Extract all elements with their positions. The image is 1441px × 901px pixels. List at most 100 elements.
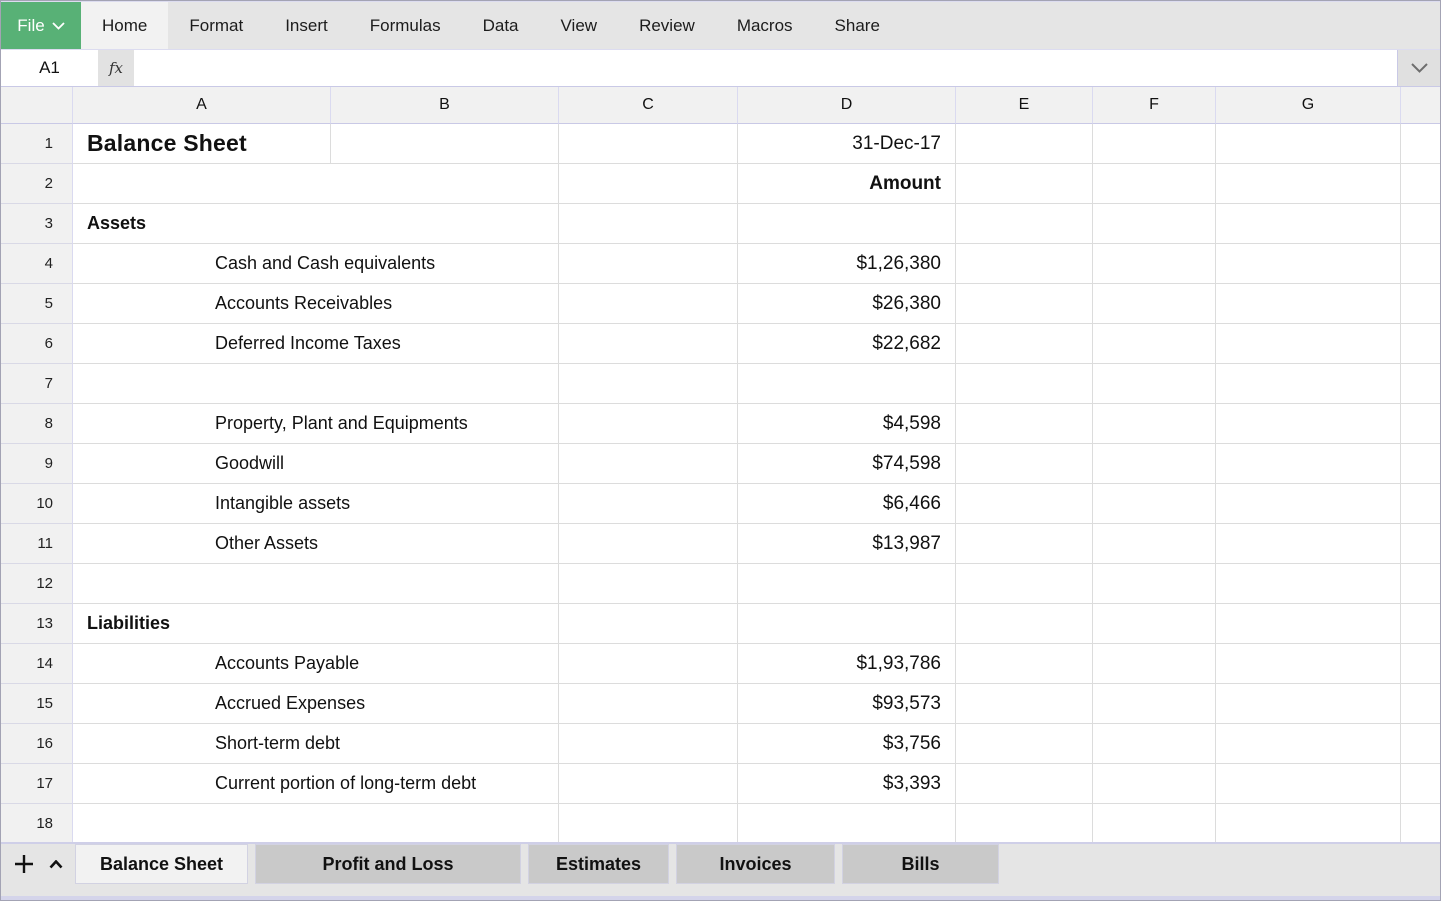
column-header-partial[interactable] [1401, 87, 1440, 124]
cell-C12[interactable] [559, 564, 738, 604]
cell-G11[interactable] [1216, 524, 1401, 564]
menu-item-review[interactable]: Review [618, 2, 716, 49]
cell-A4[interactable]: Cash and Cash equivalents [73, 244, 559, 284]
cell-A17[interactable]: Current portion of long-term debt [73, 764, 559, 804]
cell-C14[interactable] [559, 644, 738, 684]
cell-E15[interactable] [956, 684, 1093, 724]
file-menu-button[interactable]: File [1, 2, 81, 49]
cell-A13[interactable]: Liabilities [73, 604, 559, 644]
column-header-C[interactable]: C [559, 87, 738, 124]
cell-G13[interactable] [1216, 604, 1401, 644]
cell-E16[interactable] [956, 724, 1093, 764]
cell-H6[interactable] [1401, 324, 1440, 364]
cell-G16[interactable] [1216, 724, 1401, 764]
cell-C11[interactable] [559, 524, 738, 564]
cell-E8[interactable] [956, 404, 1093, 444]
row-header-5[interactable]: 5 [1, 284, 73, 324]
menu-item-insert[interactable]: Insert [264, 2, 349, 49]
menu-item-macros[interactable]: Macros [716, 2, 814, 49]
cell-F13[interactable] [1093, 604, 1216, 644]
cell-H2[interactable] [1401, 164, 1440, 204]
menu-item-home[interactable]: Home [81, 2, 168, 49]
cell-D6[interactable]: $22,682 [738, 324, 956, 364]
cell-F6[interactable] [1093, 324, 1216, 364]
cell-F11[interactable] [1093, 524, 1216, 564]
cell-A8[interactable]: Property, Plant and Equipments [73, 404, 559, 444]
cell-C7[interactable] [559, 364, 738, 404]
cell-D5[interactable]: $26,380 [738, 284, 956, 324]
column-header-B[interactable]: B [331, 87, 559, 124]
fx-button[interactable]: fx [98, 50, 134, 86]
cell-D9[interactable]: $74,598 [738, 444, 956, 484]
cell-B1[interactable] [331, 124, 559, 164]
cell-G8[interactable] [1216, 404, 1401, 444]
cell-H3[interactable] [1401, 204, 1440, 244]
row-header-10[interactable]: 10 [1, 484, 73, 524]
cell-C16[interactable] [559, 724, 738, 764]
menu-item-share[interactable]: Share [814, 2, 901, 49]
cell-A6[interactable]: Deferred Income Taxes [73, 324, 559, 364]
cell-G4[interactable] [1216, 244, 1401, 284]
row-header-7[interactable]: 7 [1, 364, 73, 404]
cell-F7[interactable] [1093, 364, 1216, 404]
cell-A7[interactable] [73, 364, 559, 404]
cell-H12[interactable] [1401, 564, 1440, 604]
cell-C1[interactable] [559, 124, 738, 164]
column-header-G[interactable]: G [1216, 87, 1401, 124]
cell-D8[interactable]: $4,598 [738, 404, 956, 444]
cell-F8[interactable] [1093, 404, 1216, 444]
cell-C18[interactable] [559, 804, 738, 842]
cell-F9[interactable] [1093, 444, 1216, 484]
row-header-3[interactable]: 3 [1, 204, 73, 244]
cell-C9[interactable] [559, 444, 738, 484]
row-header-16[interactable]: 16 [1, 724, 73, 764]
cell-H14[interactable] [1401, 644, 1440, 684]
cell-C13[interactable] [559, 604, 738, 644]
row-header-13[interactable]: 13 [1, 604, 73, 644]
cell-G12[interactable] [1216, 564, 1401, 604]
cell-G3[interactable] [1216, 204, 1401, 244]
cell-H4[interactable] [1401, 244, 1440, 284]
cell-H1[interactable] [1401, 124, 1440, 164]
cell-G9[interactable] [1216, 444, 1401, 484]
cell-E11[interactable] [956, 524, 1093, 564]
cell-A3[interactable]: Assets [73, 204, 559, 244]
row-header-8[interactable]: 8 [1, 404, 73, 444]
row-header-18[interactable]: 18 [1, 804, 73, 842]
cell-H17[interactable] [1401, 764, 1440, 804]
cell-G18[interactable] [1216, 804, 1401, 842]
cell-C3[interactable] [559, 204, 738, 244]
cell-A15[interactable]: Accrued Expenses [73, 684, 559, 724]
row-header-6[interactable]: 6 [1, 324, 73, 364]
cell-E1[interactable] [956, 124, 1093, 164]
cell-F15[interactable] [1093, 684, 1216, 724]
cell-A16[interactable]: Short-term debt [73, 724, 559, 764]
cell-G7[interactable] [1216, 364, 1401, 404]
sheet-tab-profit-and-loss[interactable]: Profit and Loss [255, 844, 521, 884]
cell-C10[interactable] [559, 484, 738, 524]
formula-input[interactable] [134, 50, 1397, 86]
cell-A11[interactable]: Other Assets [73, 524, 559, 564]
row-header-9[interactable]: 9 [1, 444, 73, 484]
cell-G14[interactable] [1216, 644, 1401, 684]
cell-D2[interactable]: Amount [738, 164, 956, 204]
menu-item-format[interactable]: Format [168, 2, 264, 49]
sheet-tab-balance-sheet[interactable]: Balance Sheet [75, 844, 248, 884]
cell-F3[interactable] [1093, 204, 1216, 244]
cell-A2[interactable] [73, 164, 559, 204]
cell-D1[interactable]: 31-Dec-17 [738, 124, 956, 164]
cell-H9[interactable] [1401, 444, 1440, 484]
cell-D17[interactable]: $3,393 [738, 764, 956, 804]
cell-C17[interactable] [559, 764, 738, 804]
cell-D4[interactable]: $1,26,380 [738, 244, 956, 284]
cell-A1[interactable]: Balance Sheet [73, 124, 331, 164]
cell-G2[interactable] [1216, 164, 1401, 204]
cell-F14[interactable] [1093, 644, 1216, 684]
cell-reference-box[interactable]: A1 [1, 50, 98, 86]
cell-D7[interactable] [738, 364, 956, 404]
cell-F17[interactable] [1093, 764, 1216, 804]
cell-A9[interactable]: Goodwill [73, 444, 559, 484]
cell-C8[interactable] [559, 404, 738, 444]
row-header-15[interactable]: 15 [1, 684, 73, 724]
cell-D14[interactable]: $1,93,786 [738, 644, 956, 684]
